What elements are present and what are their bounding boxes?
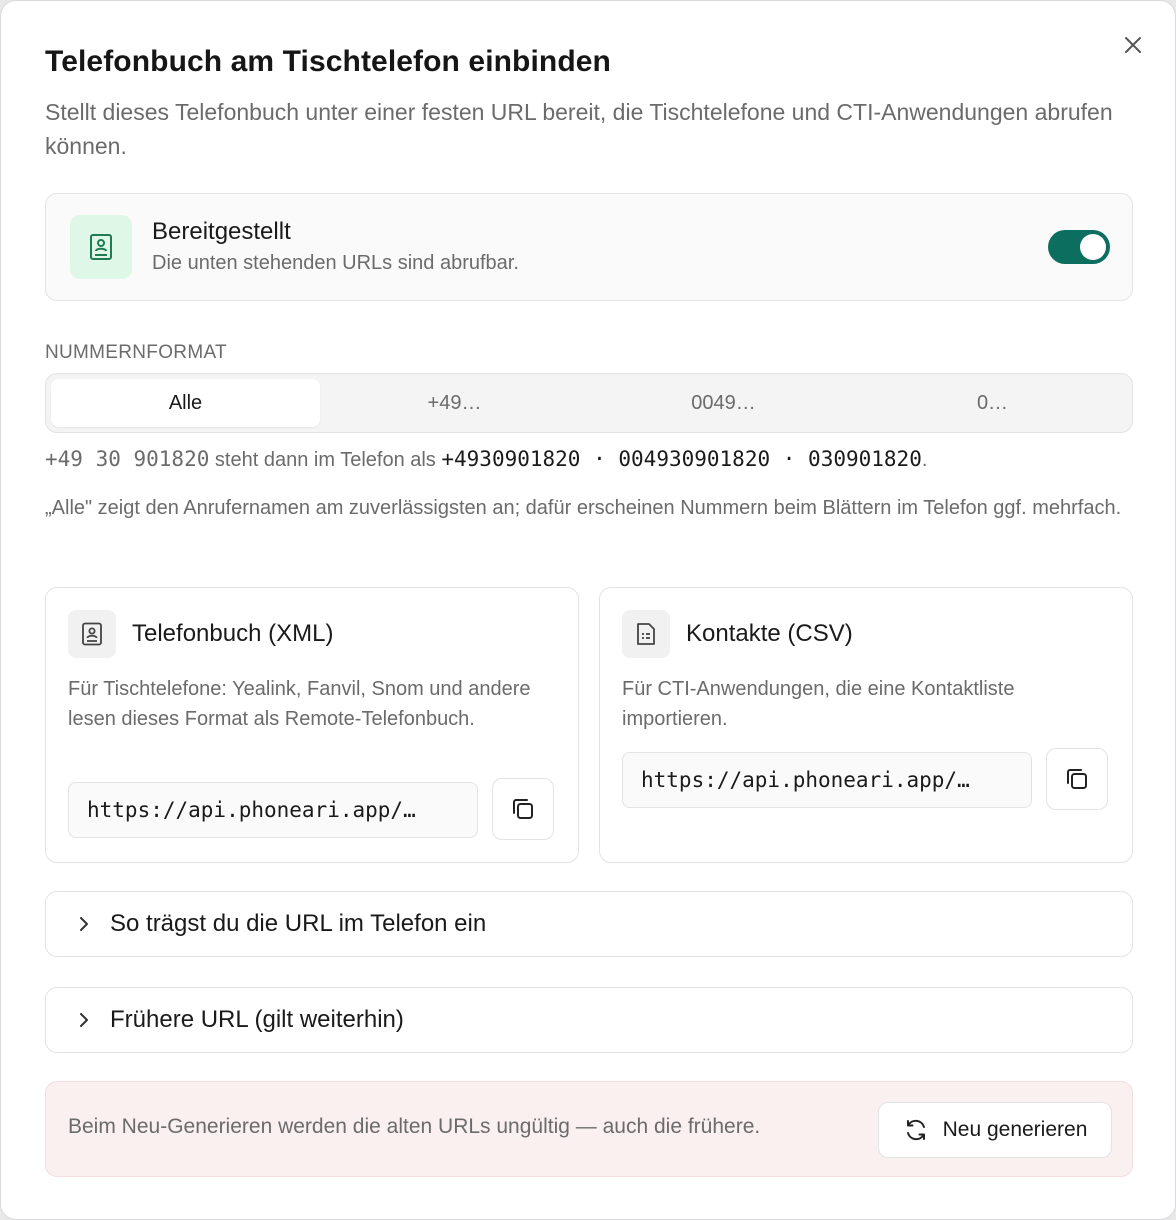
copy-icon [513,799,533,819]
example-separator-2: · [770,447,809,471]
document-icon [637,623,655,645]
toggle-knob [1080,234,1106,260]
csv-card-icon-badge [622,610,670,658]
example-end: . [921,449,928,471]
number-format-label: NUMMERNFORMAT [45,342,227,363]
previous-url-accordion[interactable]: Frühere URL (gilt weiterhin) [45,987,1133,1053]
example-connector: steht dann im Telefon als [209,449,442,471]
xml-url-field[interactable]: https://api.phoneari.app/… [68,782,478,838]
regenerate-warning-text: Beim Neu-Generieren werden die alten URL… [68,1115,761,1138]
xml-phonebook-card: Telefonbuch (XML) Für Tischtelefone: Yea… [45,587,579,863]
example-result-3: 030901820 [808,447,922,471]
csv-url-value: https://api.phoneari.app/… [641,768,970,792]
format-option-0[interactable]: 0… [858,379,1127,427]
regenerate-warning-box: Beim Neu-Generieren werden die alten URL… [45,1081,1133,1177]
regenerate-button-label: Neu generieren [942,1118,1088,1141]
howto-accordion[interactable]: So trägst du die URL im Telefon ein [45,891,1133,957]
csv-copy-button[interactable] [1046,748,1108,810]
dialog-title: Telefonbuch am Tischtelefon einbinden [45,45,611,78]
xml-card-icon-badge [68,610,116,658]
xml-card-description: Für Tischtelefone: Yealink, Fanvil, Snom… [68,678,531,730]
provisioning-toggle[interactable] [1048,230,1110,264]
close-icon [1125,37,1141,53]
format-option-0049[interactable]: 0049… [589,379,858,427]
provisioning-icon-badge [70,215,132,279]
xml-copy-button[interactable] [492,778,554,840]
csv-contacts-card: Kontakte (CSV) Für CTI-Anwendungen, die … [599,587,1133,863]
regenerate-button[interactable]: Neu generieren [878,1102,1112,1158]
example-result-2: 004930901820 [618,447,771,471]
provisioning-description: Die unten stehenden URLs sind abrufbar. [152,252,519,274]
previous-url-accordion-label: Frühere URL (gilt weiterhin) [110,1006,404,1033]
format-hint: „Alle" zeigt den Anrufernamen am zuverlä… [45,497,1122,519]
xml-card-title: Telefonbuch (XML) [132,620,334,647]
example-input: +49 30 901820 [45,447,210,471]
example-separator-1: · [580,447,619,471]
format-option-plus49[interactable]: +49… [320,379,589,427]
xml-url-value: https://api.phoneari.app/… [87,798,416,822]
embed-phonebook-dialog: Telefonbuch am Tischtelefon einbinden St… [0,0,1176,1220]
chevron-right-icon [74,914,94,934]
example-result-1: +4930901820 [441,447,581,471]
provisioning-title: Bereitgestellt [152,218,291,245]
phonebook-icon [90,234,112,260]
refresh-icon [906,1119,925,1141]
chevron-right-icon [74,1010,94,1030]
copy-icon [1067,769,1087,789]
format-example: +49 30 901820 steht dann im Telefon als … [45,447,927,472]
howto-accordion-label: So trägst du die URL im Telefon ein [110,910,487,937]
csv-url-field[interactable]: https://api.phoneari.app/… [622,752,1032,808]
provisioning-card: Bereitgestellt Die unten stehenden URLs … [45,193,1133,301]
phonebook-icon [82,622,102,646]
number-format-selector: Alle +49… 0049… 0… [45,373,1133,433]
dialog-subtitle: Stellt dieses Telefonbuch unter einer fe… [45,99,1113,159]
close-button[interactable] [1115,27,1151,63]
format-option-all[interactable]: Alle [51,379,320,427]
csv-card-description: Für CTI-Anwendungen, die eine Kontaktlis… [622,678,1015,730]
csv-card-title: Kontakte (CSV) [686,620,853,647]
